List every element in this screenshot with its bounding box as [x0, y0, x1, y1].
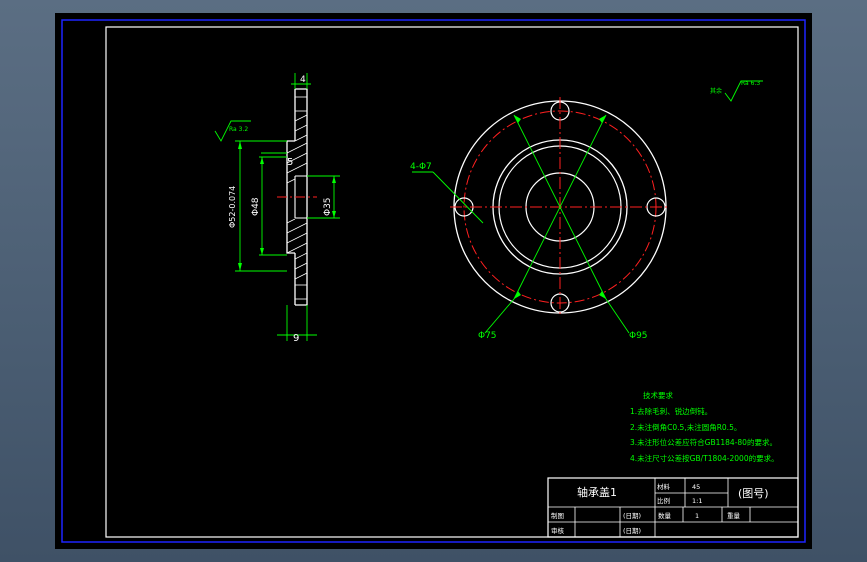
weight-label: 重量	[727, 512, 741, 520]
dim-inner-dia: Φ35	[323, 197, 333, 216]
material-value: 45	[692, 483, 700, 491]
dim-step: 5	[287, 157, 293, 168]
material-label: 材料	[657, 482, 671, 491]
note-item-1: 1.去除毛刺、锐边倒钝。	[630, 406, 712, 416]
qty-value: 1	[695, 512, 699, 520]
outer-frame	[61, 19, 806, 543]
section-view	[277, 88, 317, 306]
qty-label: 数量	[658, 511, 672, 520]
drawn-label: 制图	[551, 511, 564, 520]
dim-top-thickness: 4	[300, 75, 306, 85]
label-outer-dia: Φ95	[629, 331, 648, 341]
plan-dimensions	[412, 80, 763, 334]
dim-bore-dia: Φ48	[251, 197, 261, 216]
scale-label: 比例	[657, 496, 670, 505]
cad-drawing-viewport[interactable]: 4 5 9 Φ52-0.074 Φ48 Φ35 Ra 3.2 4-Φ7 Φ75	[55, 13, 812, 549]
part-name: 轴承盖1	[577, 485, 617, 499]
label-pcd: Φ75	[478, 331, 497, 341]
checked-label: 审核	[551, 526, 565, 535]
notes-title: 技术要求	[643, 390, 673, 400]
roughness-rest: Ra 6.3	[741, 80, 760, 87]
technical-notes: 技术要求 1.去除毛刺、锐边倒钝。 2.未注倒角C0.5,未注圆角R0.5。 3…	[630, 390, 779, 463]
note-item-3: 3.未注形位公差应符合GB1184-80的要求。	[630, 437, 777, 447]
drawing-number: (图号)	[738, 487, 769, 500]
label-holes: 4-Φ7	[410, 162, 432, 172]
dim-bottom: 9	[293, 333, 299, 344]
drawn-date: (日期)	[623, 512, 641, 520]
dim-outer-dia: Φ52-0.074	[228, 186, 237, 228]
scale-value: 1:1	[692, 497, 702, 505]
checked-date: (日期)	[623, 527, 641, 535]
roughness-rest-prefix: 其余	[710, 87, 722, 95]
drawing-canvas: 4 5 9 Φ52-0.074 Φ48 Φ35 Ra 3.2 4-Φ7 Φ75	[61, 19, 806, 543]
roughness-left: Ra 3.2	[229, 126, 248, 133]
note-item-2: 2.未注倒角C0.5,未注圆角R0.5。	[630, 422, 741, 432]
note-item-4: 4.未注尺寸公差按GB/T1804-2000的要求。	[630, 453, 779, 463]
